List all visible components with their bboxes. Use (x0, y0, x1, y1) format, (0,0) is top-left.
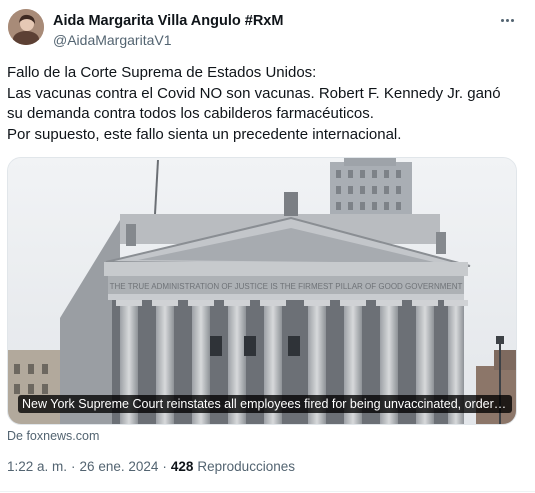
tweet-date[interactable]: 26 ene. 2024 (80, 459, 159, 474)
author-name-row[interactable]: Aida Margarita Villa Angulo #RxM (53, 13, 283, 29)
views-count: 428 (170, 459, 194, 474)
more-horizontal-icon[interactable] (497, 10, 517, 30)
views-label: Reproducciones (197, 459, 295, 474)
divider (0, 491, 535, 492)
card-source-link[interactable]: De foxnews.com (7, 429, 99, 443)
author-display-name[interactable]: Aida Margarita Villa Angulo #RxM (53, 13, 283, 29)
meta-separator: · (162, 459, 167, 474)
meta-separator: · (71, 459, 76, 474)
author-handle[interactable]: @AidaMargaritaV1 (53, 32, 172, 48)
tweet-text: Fallo de la Corte Suprema de Estados Uni… (7, 64, 501, 143)
link-card[interactable]: THE TRUE ADMINISTRATION OF JUSTICE IS TH… (7, 157, 517, 425)
facade-inscription: THE TRUE ADMINISTRATION OF JUSTICE IS TH… (110, 282, 463, 291)
card-headline[interactable]: New York Supreme Court reinstates all em… (18, 395, 512, 413)
avatar[interactable] (8, 9, 44, 45)
tweet-metadata: 1:22 a. m. · 26 ene. 2024 · 428 Reproduc… (7, 459, 295, 474)
tweet: Aida Margarita Villa Angulo #RxM @AidaMa… (0, 0, 535, 493)
card-image: THE TRUE ADMINISTRATION OF JUSTICE IS TH… (8, 158, 516, 424)
tweet-time[interactable]: 1:22 a. m. (7, 459, 67, 474)
